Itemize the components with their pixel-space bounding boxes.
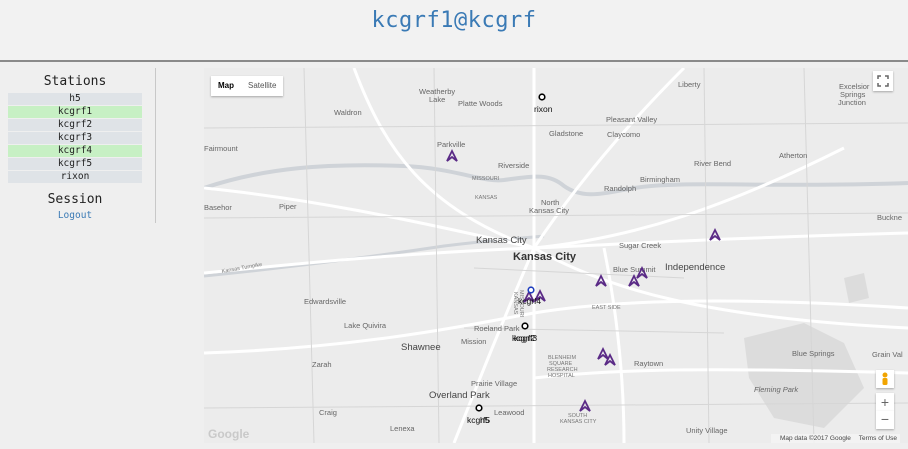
station-item-h5[interactable]: h5: [8, 93, 142, 105]
zoom-in-button[interactable]: +: [876, 393, 894, 411]
direction-markers: [446, 148, 721, 412]
station-marker-label: kcgrf4: [518, 296, 541, 306]
map-view[interactable]: Weatherby Lake Platte Woods Waldron Glad…: [204, 68, 908, 443]
plus-icon: +: [880, 394, 890, 410]
minus-icon: −: [880, 411, 890, 427]
place-label: Fairmount: [204, 144, 239, 153]
stations-heading: Stations: [43, 74, 107, 89]
station-item-kcgrf3[interactable]: kcgrf3: [8, 132, 142, 144]
place-label: Kansas City: [476, 235, 527, 246]
station-marker-kcgrf5[interactable]: kcgrf5 h5: [467, 404, 490, 425]
place-label: Mission: [461, 337, 486, 346]
place-label: KANSAS CITY: [560, 419, 597, 425]
direction-marker-icon: [446, 148, 458, 162]
pegman-icon: [882, 372, 888, 385]
station-item-kcgrf4[interactable]: kcgrf4: [8, 145, 142, 157]
terms-link[interactable]: Terms of Use: [859, 435, 897, 442]
place-label: Birmingham: [640, 175, 680, 184]
place-label: Junction: [838, 98, 866, 107]
station-list: h5 kcgrf1 kcgrf2 kcgrf3 kcgrf4 kcgrf5 ri…: [8, 93, 142, 184]
place-label: Waldron: [334, 108, 362, 117]
map-canvas[interactable]: Weatherby Lake Platte Woods Waldron Glad…: [204, 68, 908, 443]
place-label: Buckne: [877, 213, 902, 222]
place-label: River Bend: [694, 159, 731, 168]
google-logo: Google: [208, 427, 250, 441]
page-header: kcgrf1@kcgrf: [0, 0, 908, 62]
place-label: Prairie Village: [471, 379, 517, 388]
place-label: Overland Park: [429, 390, 490, 401]
station-item-kcgrf2[interactable]: kcgrf2: [8, 119, 142, 131]
direction-marker-icon: [597, 346, 609, 360]
map-data-credit: Map data ©2017 Google: [779, 435, 851, 442]
place-label: Blue Summit: [613, 265, 656, 274]
place-label: EAST SIDE: [592, 305, 621, 311]
place-label: Blue Springs: [792, 349, 835, 358]
place-label: HOSPITAL: [548, 373, 575, 379]
place-label: Lenexa: [390, 424, 415, 433]
place-label: Kansas City: [513, 251, 577, 263]
place-label: Liberty: [678, 80, 701, 89]
fullscreen-icon: [877, 75, 889, 87]
park-area: [744, 323, 864, 428]
place-label: Leawood: [494, 408, 524, 417]
place-label: Claycomo: [607, 130, 640, 139]
station-item-rixon[interactable]: rixon: [8, 171, 142, 183]
place-label: Pleasant Valley: [606, 115, 657, 124]
place-label: Roeland Park: [474, 324, 520, 333]
place-label: Edwardsville: [304, 297, 346, 306]
place-label: Grain Val: [872, 350, 903, 359]
place-label: Gladstone: [549, 129, 583, 138]
place-label: MISSOURI: [472, 176, 500, 182]
zoom-out-button[interactable]: −: [876, 411, 894, 429]
page-title: kcgrf1@kcgrf: [371, 8, 537, 33]
map-type-map-button[interactable]: Map: [211, 76, 241, 96]
place-label: Randolph: [604, 184, 636, 193]
map-type-satellite-button[interactable]: Satellite: [241, 76, 283, 96]
place-label: Independence: [665, 262, 725, 273]
street-view-pegman[interactable]: [876, 370, 894, 388]
place-label: Unity Village: [686, 426, 728, 435]
place-label: Sugar Creek: [619, 241, 661, 250]
place-label: Platte Woods: [458, 99, 503, 108]
place-label: Craig: [319, 408, 337, 417]
place-label: Atherton: [779, 151, 807, 160]
sidebar: Stations h5 kcgrf1 kcgrf2 kcgrf3 kcgrf4 …: [0, 62, 156, 449]
fullscreen-button[interactable]: [873, 71, 893, 91]
session-heading: Session: [47, 192, 103, 207]
station-marker-label: rixon: [534, 104, 553, 114]
place-label: Zarah: [312, 360, 332, 369]
place-label: Lake Quivira: [344, 321, 387, 330]
logout-link[interactable]: Logout: [0, 210, 150, 221]
sidebar-divider: [155, 68, 156, 223]
station-item-kcgrf5[interactable]: kcgrf5: [8, 158, 142, 170]
station-marker-rixon[interactable]: rixon: [534, 93, 553, 114]
map-type-control: Map Satellite: [211, 76, 284, 96]
place-label: Raytown: [634, 359, 663, 368]
place-label: Piper: [279, 202, 297, 211]
place-label: Shawnee: [401, 342, 441, 353]
map-attribution: Map data ©2017 Google Terms of Use: [770, 434, 900, 443]
station-marker-label: h5: [480, 415, 490, 425]
place-label: Basehor: [204, 203, 232, 212]
place-label: Lake: [429, 95, 445, 104]
station-item-kcgrf1[interactable]: kcgrf1: [8, 106, 142, 118]
direction-marker-icon: [579, 398, 591, 412]
place-label: Kansas City: [529, 206, 569, 215]
park-area: [844, 273, 869, 303]
place-label: Parkville: [437, 140, 465, 149]
station-marker-label: kcgrf3: [514, 333, 537, 343]
place-label: KANSAS: [475, 195, 498, 201]
place-label: Fleming Park: [754, 385, 799, 394]
place-label: Riverside: [498, 161, 529, 170]
